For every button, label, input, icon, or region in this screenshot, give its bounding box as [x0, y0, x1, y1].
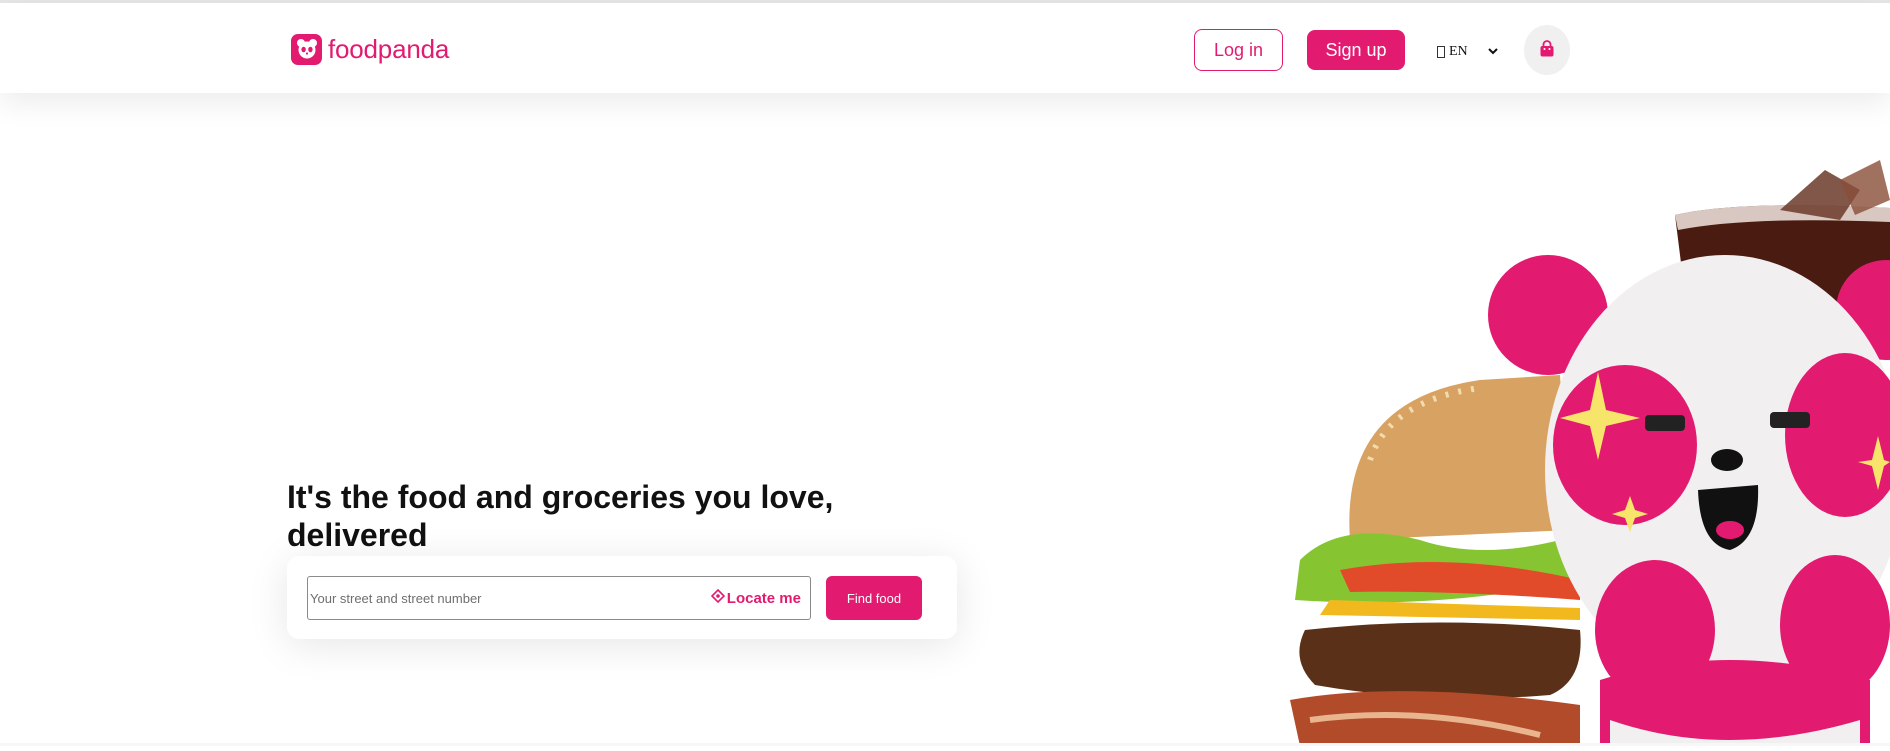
chevron-down-icon: [1487, 44, 1498, 60]
login-button[interactable]: Log in: [1194, 29, 1283, 71]
address-input[interactable]: [308, 577, 711, 619]
logo-text: foodpanda: [328, 33, 450, 64]
foodpanda-logo[interactable]: foodpanda: [291, 33, 449, 65]
cart-button[interactable]: [1524, 25, 1570, 75]
shopping-bag-icon: [1538, 39, 1556, 61]
locate-me-button[interactable]: Locate me: [710, 588, 801, 607]
find-food-button[interactable]: Find food: [826, 576, 922, 620]
burger-icon: [1290, 375, 1581, 746]
locate-me-label: Locate me: [726, 589, 801, 607]
language-selector[interactable]: EN: [1437, 40, 1501, 64]
address-search-card: Locate me Find food: [287, 556, 957, 639]
language-value: EN: [1449, 44, 1468, 59]
language-glyph-icon: [1437, 46, 1445, 58]
crosshair-icon: [710, 588, 725, 607]
hero-food-panda-illustration: [1280, 160, 1890, 746]
signup-button[interactable]: Sign up: [1307, 30, 1405, 70]
hero-headline: It's the food and groceries you love, de…: [287, 479, 834, 553]
address-search-box: Locate me: [307, 576, 811, 620]
site-header: foodpanda Log in Sign up EN: [0, 3, 1890, 93]
panda-logo-icon: [291, 33, 322, 65]
